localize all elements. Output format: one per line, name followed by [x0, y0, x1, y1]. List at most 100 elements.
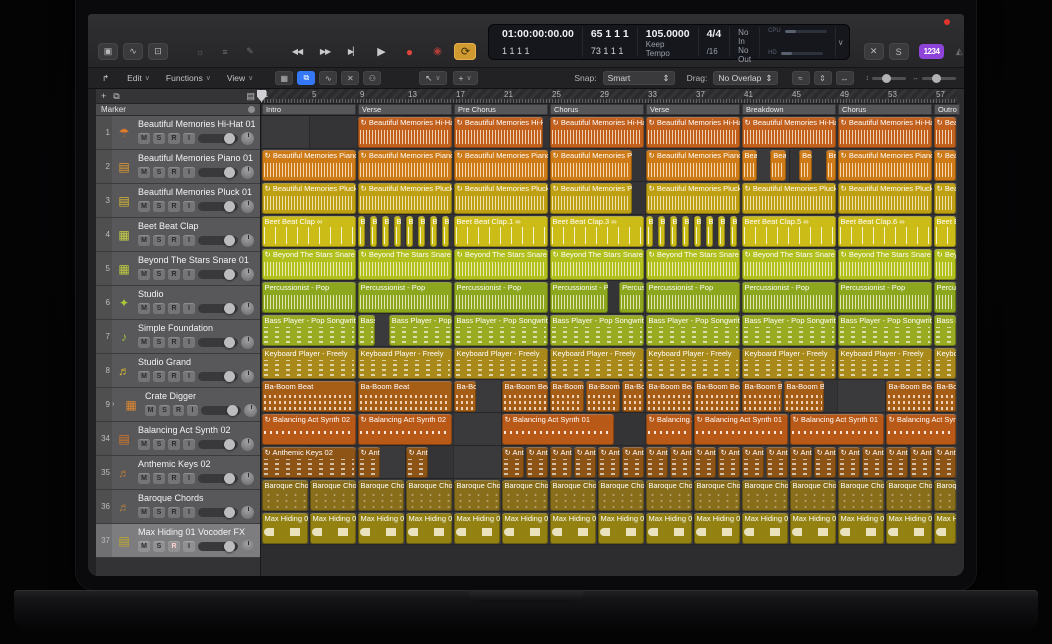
region-baroque-chords[interactable]: Baroque Chords	[694, 480, 741, 511]
m-button[interactable]: M	[138, 235, 150, 246]
region-clap[interactable]: Beet Beat Clap	[706, 216, 714, 247]
snap-select[interactable]: Smart⇕	[603, 71, 675, 85]
region-baroque-chords[interactable]: Baroque Chords	[406, 480, 453, 511]
region-piano[interactable]: Beautiful Memories Piano	[742, 150, 757, 181]
r-button[interactable]: R	[168, 439, 180, 450]
r-button[interactable]: R	[173, 405, 184, 416]
region-anthemic-keys[interactable]: ↻ Anthemic Keys 02	[574, 447, 597, 478]
region-pluck[interactable]: ↻ Beautiful Memories Pluck 01	[262, 183, 357, 214]
region-clap[interactable]: Beet Beat Clap.5 ∞	[742, 216, 837, 247]
track-header-4[interactable]: 4▦Beet Beat ClapMSRI	[96, 218, 260, 252]
region-keyboard[interactable]: Keyboard Player - Freely	[454, 348, 549, 379]
arrangement-marker[interactable]: Verse	[358, 104, 452, 115]
m-button[interactable]: M	[138, 473, 150, 484]
region-pluck[interactable]: ↻ Beautiful Memories Pluck 01.1	[358, 183, 453, 214]
region-bass[interactable]: Bass Player - Pop Songwriter	[838, 315, 933, 346]
region-anthemic-keys[interactable]: ↻ Anthemic Keys 02	[358, 447, 381, 478]
region-ba-boom[interactable]: Ba-Boom Beat	[502, 381, 549, 412]
volume-slider[interactable]	[198, 304, 238, 313]
region-hi-hat[interactable]: ↻ Beautiful Memories Hi-Hat 02.3	[742, 117, 837, 148]
region-anthemic-keys[interactable]: ↻ Anthemic Keys 02	[838, 447, 861, 478]
volume-slider[interactable]	[198, 168, 238, 177]
region-clap[interactable]: Beet Beat Clap	[406, 216, 414, 247]
horizontal-zoom-slider[interactable]	[922, 77, 956, 80]
i-button[interactable]: I	[183, 473, 195, 484]
pan-knob[interactable]	[241, 200, 254, 213]
m-button[interactable]: M	[145, 405, 156, 416]
track-collab-button[interactable]: ⚇	[363, 71, 381, 85]
track-header-7[interactable]: 7♪Simple FoundationMSRI	[96, 320, 260, 354]
vertical-auto-zoom-button[interactable]: ⇕	[814, 71, 832, 85]
s-button[interactable]: S	[153, 201, 165, 212]
region-clap[interactable]: Beet Beat Clap ∞	[262, 216, 357, 247]
region-anthemic-keys[interactable]: ↻ Anthemic Keys 02	[670, 447, 693, 478]
region-clap[interactable]: Beet Beat Clap	[370, 216, 378, 247]
drag-select[interactable]: No Overlap⇕	[713, 71, 777, 85]
region-ba-boom[interactable]: Ba-Boom Beat	[742, 381, 783, 412]
m-button[interactable]: M	[138, 269, 150, 280]
region-ba-boom[interactable]: Ba-Boom Beat	[694, 381, 741, 412]
region-hi-hat[interactable]: ↻ Beautiful Memories Hi-Hat 03.1	[358, 117, 453, 148]
cycle-button[interactable]: ⟳	[454, 43, 476, 60]
region-anthemic-keys[interactable]: ↻ Anthemic Keys 02	[886, 447, 909, 478]
capture-recording-button[interactable]: ◉	[426, 43, 448, 60]
region-max-hiding[interactable]: Max Hiding 01 V	[790, 513, 837, 544]
vertical-zoom-slider[interactable]	[872, 77, 906, 80]
catch-playhead-button[interactable]: ↱	[96, 71, 115, 86]
region-max-hiding[interactable]: Max Hiding 01 V	[262, 513, 309, 544]
region-balancing-act[interactable]: ↻ Balancing Act Synth 02	[262, 414, 357, 445]
region-snare[interactable]: ↻ Beyond The Stars Snare 01.2	[934, 249, 957, 280]
i-button[interactable]: I	[183, 507, 195, 518]
r-button[interactable]: R	[168, 235, 180, 246]
region-max-hiding[interactable]: Max Hiding 01 V	[358, 513, 405, 544]
region-ba-boom[interactable]: Ba-Boom Beat	[646, 381, 693, 412]
lcd-options-chevron[interactable]: ∨	[838, 38, 844, 47]
volume-slider[interactable]	[198, 202, 238, 211]
volume-slider[interactable]	[198, 270, 238, 279]
region-ba-boom[interactable]: Ba-Boom Beat	[454, 381, 477, 412]
i-button[interactable]: I	[183, 167, 195, 178]
i-button[interactable]: I	[183, 133, 195, 144]
region-bass[interactable]: Bass Player - Pop Songwriter	[646, 315, 741, 346]
volume-slider[interactable]	[198, 236, 238, 245]
region-anthemic-keys[interactable]: ↻ Anthemic Keys 02	[766, 447, 789, 478]
region-ba-boom[interactable]: Ba-Boom Beat	[262, 381, 357, 412]
track-header-2[interactable]: 2▤Beautiful Memories Piano 01MSRI	[96, 150, 260, 184]
region-balancing-act[interactable]: ↻ Balancing Act Synth 01	[694, 414, 789, 445]
arrangement-marker[interactable]: Pre Chorus	[454, 104, 548, 115]
region-bass[interactable]: Bass Player - Pop Songwriter	[934, 315, 957, 346]
region-anthemic-keys[interactable]: ↻ Anthemic Keys 02	[502, 447, 525, 478]
bar-ruler[interactable]: 159131721252933374145495357	[261, 89, 957, 104]
count-in-button[interactable]: 1234	[919, 44, 945, 59]
pan-knob[interactable]	[241, 506, 254, 519]
m-button[interactable]: M	[138, 167, 150, 178]
region-clap[interactable]: Beet Beat Clap	[670, 216, 678, 247]
region-pluck[interactable]: ↻ Beautiful Memories Pluck 02	[550, 183, 633, 214]
disclosure-chevron-icon[interactable]: ›	[112, 388, 119, 421]
region-snare[interactable]: ↻ Beyond The Stars Snare 01.1	[358, 249, 453, 280]
region-piano[interactable]: Beautiful Memories Piano	[799, 150, 812, 181]
region-balancing-act[interactable]: ↻ Balancing Act Synth 01	[790, 414, 885, 445]
region-anthemic-keys[interactable]: ↻ Anthemic Keys 02	[814, 447, 837, 478]
region-keyboard[interactable]: Keyboard Player - Freely	[838, 348, 933, 379]
volume-slider-knob[interactable]	[224, 439, 235, 450]
region-percussionist[interactable]: Percussionist - Pop	[454, 282, 549, 313]
region-ba-boom[interactable]: Ba-Boom Beat	[550, 381, 585, 412]
volume-slider-knob[interactable]	[224, 303, 235, 314]
region-piano[interactable]: Beautiful Memories Piano	[826, 150, 837, 181]
track-header-36[interactable]: 36♬Baroque ChordsMSRI	[96, 490, 260, 524]
s-button[interactable]: S	[153, 371, 165, 382]
region-clap[interactable]: Beet Beat Clap	[730, 216, 738, 247]
s-button[interactable]: S	[153, 269, 165, 280]
region-ba-boom[interactable]: Ba-Boom Beat	[886, 381, 933, 412]
i-button[interactable]: I	[183, 541, 195, 552]
m-button[interactable]: M	[138, 541, 150, 552]
region-snare[interactable]: ↻ Beyond The Stars Snare 01 ∞	[262, 249, 357, 280]
solo-button[interactable]: S	[889, 43, 909, 60]
track-header-9[interactable]: 9›▦Crate DiggerMSRI	[96, 388, 260, 422]
region-ba-boom[interactable]: Ba-Boom Beat	[622, 381, 645, 412]
stop-button[interactable]: ▶▏	[342, 43, 364, 60]
arrangement-marker[interactable]: Intro	[262, 104, 356, 115]
volume-slider[interactable]	[198, 372, 238, 381]
region-clap[interactable]: Beet Beat Clap	[430, 216, 438, 247]
